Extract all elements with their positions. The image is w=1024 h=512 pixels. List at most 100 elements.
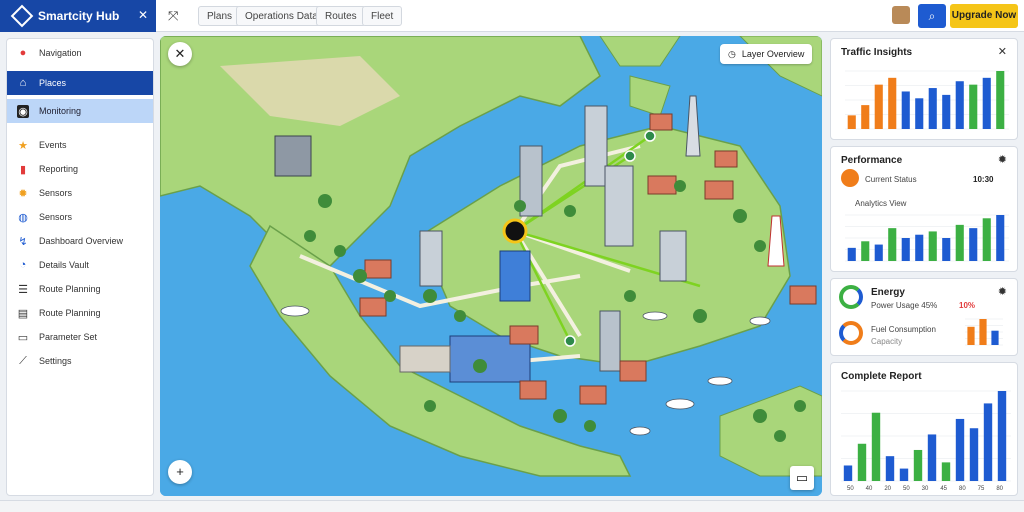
avatar[interactable] <box>892 6 910 24</box>
status-label: Current Status <box>865 175 917 184</box>
chart-bar <box>915 234 924 261</box>
layer-filter-label: Layer Overview <box>741 49 805 59</box>
power-usage-label: Power Usage 45% <box>871 301 938 310</box>
traffic-panel-title: Traffic Insights <box>841 47 913 58</box>
chart-bar <box>991 330 999 345</box>
tick-label: 50 <box>847 486 854 491</box>
layers-icon[interactable]: ▭ <box>790 466 814 490</box>
tick-label: 40 <box>866 486 873 491</box>
energy-badge: 10% <box>959 301 976 310</box>
sidebar-item-label: Places <box>39 78 67 88</box>
map-view[interactable]: ◷ Layer Overview ✕ + ▭ <box>160 36 822 496</box>
sidebar-item-details[interactable]: ◔ Details Vault <box>7 253 153 277</box>
status-bar <box>0 500 1024 512</box>
file-icon: ▤ <box>17 307 29 320</box>
sidebar-item-reporting[interactable]: ▮ Reporting <box>7 157 153 181</box>
fuel-label: Fuel Consumption <box>871 325 936 334</box>
info-icon: ◔ <box>19 259 27 271</box>
energy-chart <box>965 318 1003 346</box>
chart-bar <box>843 465 853 481</box>
chart-bar <box>941 462 951 481</box>
status-value: 10:30 <box>973 175 994 184</box>
sidebar-item-parameters[interactable]: ▭ Parameter Set <box>7 325 153 349</box>
sidebar-item-label: Events <box>39 140 67 150</box>
toolbar-button-operations[interactable]: Operations Data <box>236 6 327 26</box>
zoom-in-button[interactable]: + <box>168 460 192 484</box>
toolbar-button-routes[interactable]: Routes <box>316 6 366 26</box>
sidebar-item-route-planning-2[interactable]: ▤ Route Planning <box>7 301 153 325</box>
chart-icon: ▮ <box>19 163 27 176</box>
sidebar-item-label: Parameter Set <box>39 332 98 342</box>
sidebar-item-sensors[interactable]: ✹ Sensors <box>7 181 153 205</box>
chart-bar <box>857 443 867 481</box>
home-icon: ⌂ <box>19 77 27 89</box>
sidebar-item-label: Navigation <box>39 48 82 58</box>
map-icon: ↯ <box>18 235 28 248</box>
status-icon <box>841 169 859 187</box>
app-window: Smartcity Hub ✕ ⤧ Plans Operations Data … <box>0 0 1024 512</box>
chart-bar <box>899 468 909 481</box>
tick-label: 80 <box>996 486 1003 491</box>
chart-bar <box>885 456 895 481</box>
chart-bar <box>996 71 1005 129</box>
chart-bar <box>901 238 910 261</box>
chart-bar <box>967 326 975 345</box>
chart-bar <box>861 105 870 129</box>
chart-bar <box>942 238 951 261</box>
chart-bar <box>871 412 881 481</box>
settings-icon[interactable]: ✹ <box>998 285 1007 298</box>
sidebar-item-places[interactable]: ⌂ Places <box>7 71 153 95</box>
sidebar-item-label: Sensors <box>39 188 73 198</box>
sidebar-item-events[interactable]: ★ Events <box>7 133 153 157</box>
chart-bar <box>982 218 991 261</box>
sidebar-item-sensors-2[interactable]: ◍ Sensors <box>7 205 153 229</box>
chart-bar <box>847 115 856 129</box>
sidebar-item-monitoring[interactable]: ◉ Monitoring <box>7 99 153 123</box>
upgrade-button[interactable]: Upgrade Now <box>950 4 1018 28</box>
chart-bar <box>955 81 964 129</box>
settings-icon[interactable]: ✹ <box>998 153 1007 166</box>
chart-bar <box>955 224 964 261</box>
chart-bar <box>861 241 870 261</box>
sidebar-item-dashboard[interactable]: ↯ Dashboard Overview <box>7 229 153 253</box>
tool-icon[interactable]: ✕ <box>168 42 192 66</box>
pin-icon: ● <box>19 47 27 59</box>
sidebar-item-navigation[interactable]: ● Navigation <box>7 41 153 65</box>
map-canvas[interactable] <box>160 36 822 496</box>
traffic-chart <box>845 70 1009 130</box>
toolbar-button-plans[interactable]: Plans <box>198 6 242 26</box>
tick-label: 50 <box>903 486 910 491</box>
tick-label: 20 <box>884 486 891 491</box>
chart-bar <box>874 84 883 129</box>
app-title: Smartcity Hub <box>38 9 120 23</box>
sidebar-item-label: Route Planning <box>39 284 101 294</box>
chart-bar <box>955 418 965 481</box>
toolbar-button-fleet[interactable]: Fleet <box>362 6 403 26</box>
chart-bar <box>874 244 883 261</box>
star-icon: ★ <box>18 139 28 152</box>
sidebar-item-label: Monitoring <box>39 106 82 116</box>
chart-bar <box>847 247 856 261</box>
collapse-icon[interactable]: ✕ <box>138 8 148 22</box>
chart-bar <box>969 428 979 481</box>
chart-bar <box>969 228 978 261</box>
close-icon[interactable]: ✕ <box>998 45 1007 58</box>
fuel-donut-icon <box>839 321 863 345</box>
chart-bar <box>969 84 978 129</box>
chart-bar <box>942 94 951 129</box>
tick-label: 30 <box>922 486 929 491</box>
cursor-icon[interactable]: ⤧ <box>168 8 178 24</box>
sidebar-item-settings[interactable]: ⟋ Settings <box>7 349 153 373</box>
search-icon[interactable]: ⌕ <box>918 4 946 28</box>
metrics-chart <box>845 214 1009 262</box>
camera-icon: ◉ <box>17 104 29 118</box>
analytics-label: Analytics View <box>855 199 907 208</box>
sidebar-item-label: Reporting <box>39 164 79 174</box>
chart-bar <box>983 403 993 481</box>
layer-filter[interactable]: ◷ Layer Overview <box>720 44 813 64</box>
capacity-label: Capacity <box>871 337 903 346</box>
sidebar-item-label: Settings <box>39 356 72 366</box>
sidebar-item-label: Dashboard Overview <box>39 236 124 246</box>
tick-label: 80 <box>959 486 966 491</box>
sidebar-item-route-planning[interactable]: ☰ Route Planning <box>7 277 153 301</box>
